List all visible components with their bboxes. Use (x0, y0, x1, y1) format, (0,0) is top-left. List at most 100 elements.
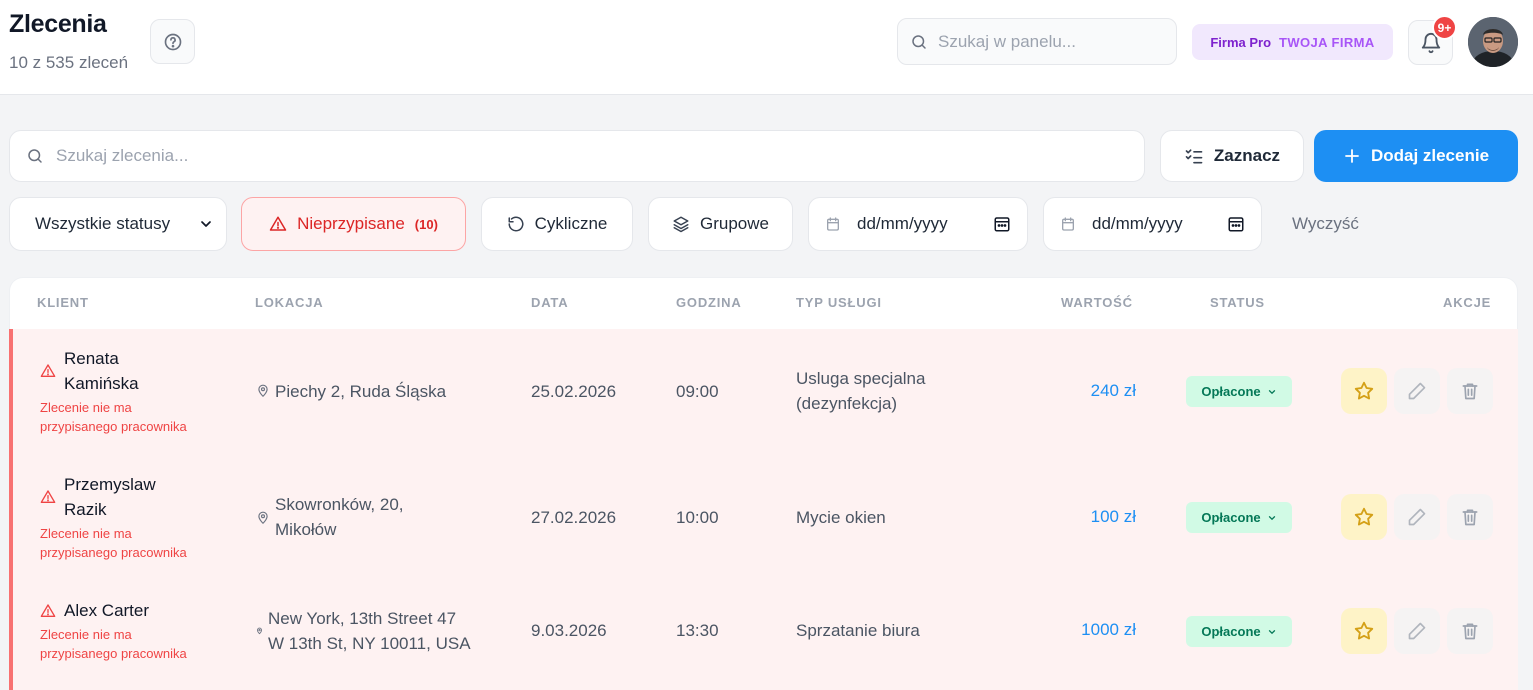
date-text: 25.02.2026 (531, 382, 617, 401)
select-mode-label: Zaznacz (1213, 146, 1281, 165)
unassigned-warning: Zlecenie nie ma (40, 400, 132, 415)
calendar-picker-icon[interactable] (993, 215, 1011, 233)
plus-icon (1345, 149, 1359, 163)
chevron-down-icon (1268, 515, 1275, 520)
service-text: Mycie okien (796, 508, 886, 527)
unassigned-warning-continued: przypisanego pracownika (40, 419, 187, 434)
location-text-continued: W 13th St, NY 10011, USA (268, 634, 471, 653)
pencil-icon (1408, 508, 1426, 526)
calendar-icon (827, 217, 839, 231)
date-text: 27.02.2026 (531, 508, 617, 527)
service-text: Usluga specjalna (796, 369, 926, 388)
favorite-button[interactable] (1341, 494, 1387, 540)
column-header-status[interactable]: STATUS (1210, 295, 1265, 310)
column-header-location[interactable]: LOKACJA (255, 295, 323, 310)
plan-name: Firma Pro (1210, 34, 1272, 50)
column-header-value[interactable]: WARTOŚĆ (1061, 295, 1133, 310)
star-icon (1354, 621, 1374, 640)
location-text: Skowronków, 20, (275, 495, 404, 514)
warning-icon (269, 216, 287, 231)
date-from-placeholder: dd/mm/yyyy (857, 214, 948, 233)
column-header-service[interactable]: TYP USŁUGI (796, 295, 882, 310)
client-name[interactable]: Alex Carter (64, 598, 149, 623)
column-header-actions: AKCJE (1443, 295, 1492, 310)
chevron-down-icon (1268, 389, 1275, 394)
time-text: 09:00 (676, 382, 719, 401)
plan-badge[interactable]: Firma Pro TWOJA FIRMA (1192, 24, 1393, 60)
trash-icon (1462, 509, 1478, 526)
add-order-button[interactable]: Dodaj zlecenie (1314, 130, 1518, 182)
date-to-input[interactable]: dd/mm/yyyy (1043, 197, 1262, 251)
unassigned-filter-button[interactable]: Nieprzypisane (10) (241, 197, 466, 251)
delete-button[interactable] (1447, 494, 1493, 540)
clear-filters-button[interactable]: Wyczyść (1292, 214, 1359, 234)
chevron-down-icon (1268, 629, 1275, 634)
edit-button[interactable] (1394, 494, 1440, 540)
calendar-picker-icon[interactable] (1227, 215, 1245, 233)
search-icon (28, 149, 42, 163)
service-text: Sprzatanie biura (796, 621, 920, 640)
order-value: 240 zł (1090, 381, 1136, 400)
orders-search[interactable] (9, 130, 1145, 182)
orders-search-input[interactable] (56, 146, 1056, 166)
delete-button[interactable] (1447, 608, 1493, 654)
client-name[interactable]: Renata (64, 346, 119, 371)
date-from-input[interactable]: dd/mm/yyyy (808, 197, 1028, 251)
edit-button[interactable] (1394, 608, 1440, 654)
favorite-button[interactable] (1341, 608, 1387, 654)
global-search-input[interactable] (938, 31, 1158, 52)
unassigned-count: (10) (414, 216, 438, 232)
status-filter-select[interactable]: Wszystkie statusy (9, 197, 227, 251)
status-label: Opłacone (1201, 624, 1261, 639)
cyclic-filter-button[interactable]: Cykliczne (481, 197, 633, 251)
status-dropdown[interactable]: Opłacone (1186, 502, 1292, 533)
trash-icon (1462, 623, 1478, 640)
time-text: 10:00 (676, 508, 719, 527)
group-filter-label: Grupowe (700, 214, 769, 233)
order-value: 1000 zł (1081, 620, 1136, 639)
group-filter-button[interactable]: Grupowe (648, 197, 793, 251)
status-label: Opłacone (1201, 384, 1261, 399)
date-to-placeholder: dd/mm/yyyy (1092, 214, 1183, 233)
page-title: Zlecenia (9, 10, 107, 38)
column-header-client[interactable]: KLIENT (37, 295, 89, 310)
unassigned-warning-continued: przypisanego pracownika (40, 646, 187, 661)
delete-button[interactable] (1447, 368, 1493, 414)
status-dropdown[interactable]: Opłacone (1186, 376, 1292, 407)
calendar-icon (1062, 217, 1074, 231)
star-icon (1354, 381, 1374, 400)
column-header-time[interactable]: GODZINA (676, 295, 742, 310)
client-name[interactable]: Przemyslaw (64, 472, 156, 497)
checklist-icon (1185, 149, 1203, 164)
layers-icon (673, 216, 689, 233)
warning-icon (40, 490, 56, 503)
column-header-date[interactable]: DATA (531, 295, 568, 310)
search-icon (912, 34, 926, 49)
date-text: 9.03.2026 (531, 621, 607, 640)
client-name-continued[interactable]: Kamińska (64, 371, 139, 396)
avatar[interactable] (1468, 17, 1518, 67)
edit-button[interactable] (1394, 368, 1440, 414)
trash-icon (1462, 383, 1478, 400)
warning-icon (40, 604, 56, 617)
status-dropdown[interactable]: Opłacone (1186, 616, 1292, 647)
refresh-icon (508, 216, 524, 232)
favorite-button[interactable] (1341, 368, 1387, 414)
pencil-icon (1408, 382, 1426, 400)
select-mode-button[interactable]: Zaznacz (1160, 130, 1304, 182)
location-text: Piechy 2, Ruda Śląska (275, 382, 447, 401)
map-pin-icon (258, 384, 268, 398)
global-search[interactable] (897, 18, 1177, 65)
add-order-label: Dodaj zlecenie (1370, 146, 1490, 165)
unassigned-filter-label: Nieprzypisane (297, 214, 405, 233)
time-text: 13:30 (676, 621, 719, 640)
star-icon (1354, 507, 1374, 526)
unassigned-warning-continued: przypisanego pracownika (40, 545, 187, 560)
service-text-continued: (dezynfekcja) (796, 394, 898, 413)
map-pin-icon (257, 627, 262, 635)
client-name-continued[interactable]: Razik (64, 497, 107, 522)
help-button[interactable] (150, 19, 195, 64)
location-text-continued: Mikołów (275, 520, 337, 539)
notifications-badge: 9+ (1432, 15, 1457, 40)
unassigned-warning: Zlecenie nie ma (40, 627, 132, 642)
